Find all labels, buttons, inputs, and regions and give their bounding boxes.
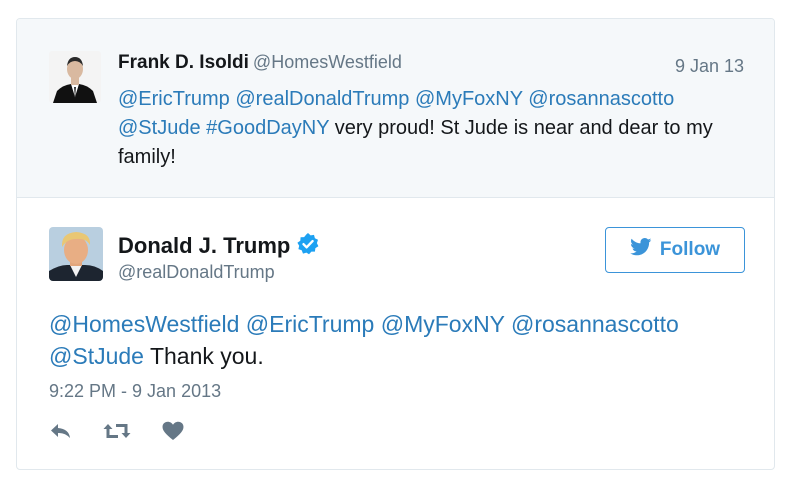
author-name[interactable]: Donald J. Trump: [118, 233, 290, 258]
mention-link[interactable]: @EricTrump: [118, 88, 230, 110]
tweet-actions: [49, 421, 185, 441]
retweet-icon[interactable]: [103, 421, 131, 441]
verified-badge-icon: [296, 232, 320, 262]
follow-button-label: Follow: [659, 239, 721, 260]
quoted-tweet-date[interactable]: 9 Jan 13: [675, 56, 744, 77]
author-handle[interactable]: @realDonaldTrump: [118, 262, 275, 283]
twitter-bird-icon: [630, 238, 652, 262]
author-name-line: Donald J. Trump: [118, 232, 320, 262]
author-avatar[interactable]: [49, 227, 103, 281]
tweet-text: @HomesWestfield @EricTrump @MyFoxNY @ros…: [49, 308, 749, 372]
mention-link[interactable]: @HomesWestfield: [49, 311, 239, 337]
mention-link[interactable]: @MyFoxNY: [415, 88, 523, 110]
tweet-text-segment: Thank you.: [143, 343, 264, 369]
follow-button[interactable]: Follow: [605, 227, 745, 273]
quoted-tweet[interactable]: Frank D. Isoldi @HomesWestfield 9 Jan 13 …: [17, 19, 774, 198]
mention-link[interactable]: @StJude: [49, 343, 144, 369]
mention-link[interactable]: @rosannascotto: [511, 311, 679, 337]
hashtag-link[interactable]: #GoodDayNY: [206, 117, 329, 139]
quoted-author-avatar[interactable]: [49, 51, 101, 103]
mention-link[interactable]: @StJude: [118, 117, 201, 139]
reply-icon[interactable]: [49, 421, 73, 441]
mention-link[interactable]: @rosannascotto: [528, 88, 674, 110]
tweet-timestamp[interactable]: 9:22 PM - 9 Jan 2013: [49, 381, 221, 402]
quoted-author-name[interactable]: Frank D. Isoldi: [118, 52, 249, 73]
quoted-tweet-text: @EricTrump @realDonaldTrump @MyFoxNY @ro…: [118, 85, 748, 172]
quoted-author-line: Frank D. Isoldi @HomesWestfield: [118, 52, 402, 74]
mention-link[interactable]: @EricTrump: [246, 311, 375, 337]
mention-link[interactable]: @realDonaldTrump: [235, 88, 409, 110]
quoted-author-handle[interactable]: @HomesWestfield: [253, 52, 402, 72]
mention-link[interactable]: @MyFoxNY: [381, 311, 505, 337]
tweet-card: Frank D. Isoldi @HomesWestfield 9 Jan 13 …: [16, 18, 775, 470]
like-icon[interactable]: [161, 421, 185, 441]
